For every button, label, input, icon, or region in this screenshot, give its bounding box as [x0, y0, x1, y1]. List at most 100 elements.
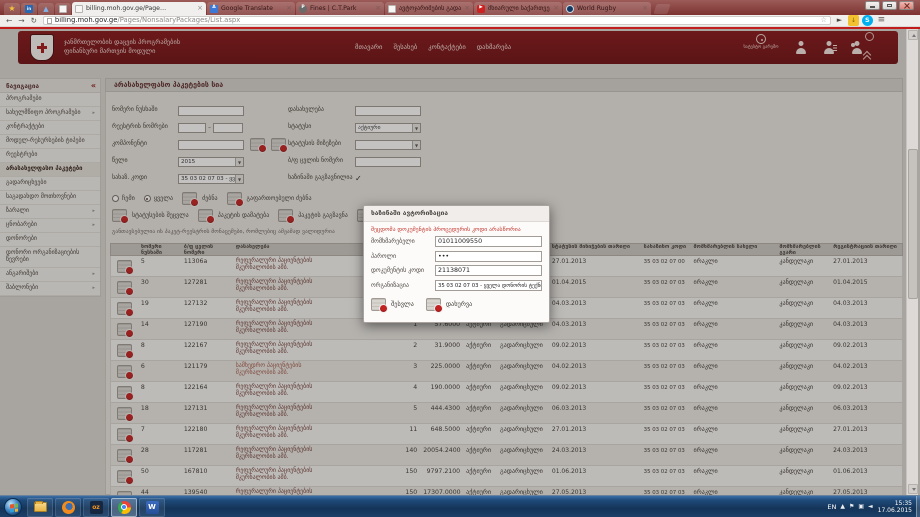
parking-icon: P: [299, 5, 307, 13]
address-bar[interactable]: billing.moh.gov.ge /Pages/NonsalaryPacka…: [43, 16, 831, 25]
taskbar-app-explorer[interactable]: [27, 498, 53, 517]
document-icon: [388, 5, 396, 13]
scroll-down-icon[interactable]: [908, 484, 918, 494]
modal-input[interactable]: 21138071: [435, 265, 542, 276]
modal-fields: მომხმარებელი01011009550პაროლი•••დოკუმენტ…: [364, 236, 549, 292]
word-icon: W: [146, 501, 159, 514]
taskbar: oz W EN ▲ ⚑ ▣ ◄ 15:35 17.06.2015: [0, 495, 920, 517]
modal-button-icon[interactable]: [371, 298, 386, 311]
youtube-icon: ▶: [477, 5, 485, 13]
tray-expand-icon[interactable]: ▲: [840, 504, 845, 510]
modal-error-text: შეცდომა დოკუმენტის პროცედურის კოდი არასწ…: [371, 227, 542, 233]
screen: ★in▲billing.moh.gov.ge/Page…×AGoogle Tra…: [0, 0, 920, 517]
tab[interactable]: AGoogle Translate×: [207, 2, 295, 15]
triangle-icon: ▲: [42, 5, 50, 13]
modal-field-row: დოკუმენტის კოდი21138071: [371, 265, 542, 277]
extension-arrow-icon[interactable]: ►: [834, 15, 845, 26]
taskbar-app-word[interactable]: W: [139, 498, 165, 517]
action-center-flag-icon[interactable]: ⚑: [849, 504, 854, 510]
url-path: /Pages/NonsalaryPackages/List.aspx: [117, 17, 820, 24]
modal-button-icon[interactable]: [426, 298, 441, 311]
clock-date: 17.06.2015: [878, 507, 912, 514]
network-icon[interactable]: ▣: [858, 504, 864, 510]
tab-title: billing.moh.gov.ge/Page…: [86, 5, 194, 12]
modal-field-row: მომხმარებელი01011009550: [371, 236, 542, 248]
tab-close-icon[interactable]: ×: [553, 5, 559, 12]
document-icon: [59, 5, 67, 13]
explorer-icon: [34, 502, 47, 512]
tab[interactable]: PFines | C.T.Park×: [296, 2, 384, 15]
linkedin-icon: in: [25, 5, 33, 13]
browser-menu-icon[interactable]: ≡: [876, 15, 887, 26]
page-scrollbar[interactable]: [906, 29, 918, 495]
modal-field-label: დოკუმენტის კოდი: [371, 267, 435, 274]
modal-field-label: ორგანიზაცია: [371, 282, 435, 289]
forward-icon[interactable]: →: [18, 17, 24, 25]
modal-button-label: შესვლა: [391, 301, 414, 308]
tab-close-icon[interactable]: ×: [464, 5, 470, 12]
tab[interactable]: World Rugby×: [563, 2, 651, 15]
extension-skype-icon[interactable]: S: [862, 15, 873, 26]
chrome-icon: [118, 501, 131, 514]
start-button[interactable]: [4, 498, 22, 516]
modal-input[interactable]: 01011009550: [435, 236, 542, 247]
modal-field-label: პაროლი: [371, 253, 435, 260]
taskbar-apps: oz W: [27, 497, 165, 517]
modal-field-row: პაროლი•••: [371, 250, 542, 262]
system-tray: EN ▲ ⚑ ▣ ◄ 15:35 17.06.2015: [827, 496, 920, 517]
document-icon: [75, 5, 83, 13]
tab-active[interactable]: billing.moh.gov.ge/Page…×: [72, 2, 206, 15]
globe-icon: [566, 5, 574, 13]
tab-title: მხიარული საქართველ…: [488, 5, 550, 12]
tab-close-icon[interactable]: ×: [642, 5, 648, 12]
back-icon[interactable]: ←: [6, 17, 12, 25]
language-indicator[interactable]: EN: [827, 503, 836, 511]
taskbar-app-oz[interactable]: oz: [83, 498, 109, 517]
window-controls: [865, 1, 914, 10]
clock[interactable]: 15:35 17.06.2015: [878, 500, 912, 514]
tray-icons: ▲ ⚑ ▣ ◄: [836, 504, 872, 510]
pinned-tab[interactable]: ★: [4, 3, 20, 15]
star-icon: ★: [8, 5, 16, 13]
tab-title: ავტოჯარიმების გადახ…: [399, 5, 461, 12]
treasury-auth-modal: ხაზინაში ავტორიზაცია შეცდომა დოკუმენტის …: [363, 205, 550, 323]
volume-icon[interactable]: ◄: [868, 504, 873, 510]
modal-close-button[interactable]: დახურვა: [426, 298, 472, 311]
reload-icon[interactable]: ↻: [31, 17, 37, 25]
tab[interactable]: ავტოჯარიმების გადახ…×: [385, 2, 473, 15]
maximize-button[interactable]: [882, 1, 897, 10]
taskbar-app-chrome[interactable]: [111, 498, 137, 517]
firefox-icon: [62, 501, 75, 514]
modal-input[interactable]: 35 03 02 07 03 - ყველა დონორის ტექნიკურ: [435, 280, 542, 291]
pinned-tab[interactable]: ▲: [38, 3, 54, 15]
tab-close-icon[interactable]: ×: [286, 5, 292, 12]
tab-close-icon[interactable]: ×: [375, 5, 381, 12]
taskbar-app-firefox[interactable]: [55, 498, 81, 517]
modal-input[interactable]: •••: [435, 251, 542, 262]
modal-button-label: დახურვა: [446, 301, 472, 308]
windows-flag-icon: [10, 503, 18, 512]
scroll-thumb[interactable]: [908, 149, 918, 299]
browser-toolbar: ← → ↻ billing.moh.gov.ge /Pages/Nonsalar…: [0, 15, 920, 27]
tab-title: Google Translate: [221, 5, 283, 12]
show-desktop-button[interactable]: [916, 496, 920, 517]
modal-field-row: ორგანიზაცია35 03 02 07 03 - ყველა დონორი…: [371, 279, 542, 291]
minimize-button[interactable]: [865, 1, 880, 10]
bookmark-star-icon[interactable]: ☆: [821, 17, 827, 24]
tab-close-icon[interactable]: ×: [197, 5, 203, 12]
pinned-tab[interactable]: in: [21, 3, 37, 15]
modal-submit-button[interactable]: შესვლა: [371, 298, 414, 311]
tab[interactable]: ▶მხიარული საქართველ…×: [474, 2, 562, 15]
scroll-up-icon[interactable]: [908, 30, 918, 40]
modal-title: ხაზინაში ავტორიზაცია: [364, 206, 549, 222]
oz-icon: oz: [90, 501, 103, 514]
translate-icon: A: [210, 5, 218, 13]
new-tab-button[interactable]: [653, 4, 670, 14]
extension-downloader-icon[interactable]: ↓: [848, 15, 859, 26]
close-button[interactable]: [899, 1, 914, 10]
modal-field-label: მომხმარებელი: [371, 238, 435, 245]
pinned-tab[interactable]: [55, 3, 71, 15]
tab-title: World Rugby: [577, 5, 639, 12]
clock-time: 15:35: [878, 500, 912, 507]
tab-strip: ★in▲billing.moh.gov.ge/Page…×AGoogle Tra…: [0, 0, 920, 15]
